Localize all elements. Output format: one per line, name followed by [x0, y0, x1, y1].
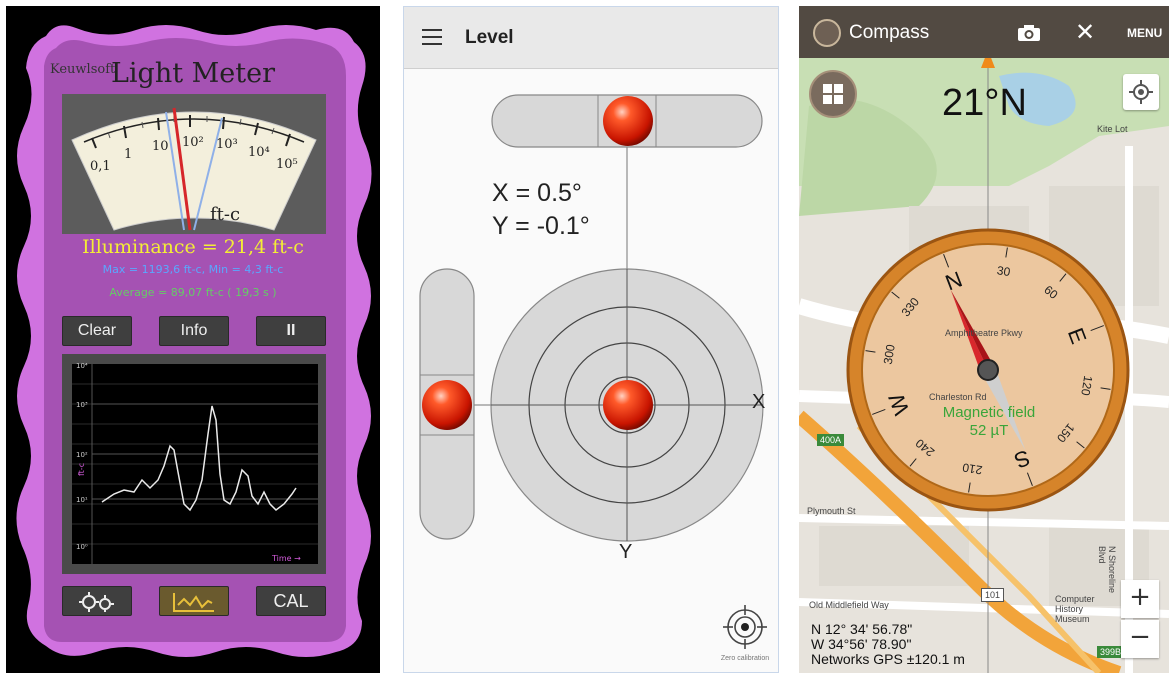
- average-readout: Average = 89,07 ft-c ( 19,3 s ): [109, 286, 277, 299]
- gear-icon: [79, 592, 114, 612]
- level-panel: Level X = 0.5° Y = -0.1° X Y Zero calibr…: [403, 6, 779, 673]
- degree-30: 30: [996, 263, 1012, 279]
- map-label-charleston: Charleston Rd: [929, 392, 987, 402]
- map-label-plymouth: Plymouth St: [807, 506, 856, 516]
- vertical-bubble: [422, 380, 472, 430]
- gauge-label-2: 10: [152, 139, 169, 154]
- graph-tick-1e2: 10²: [76, 451, 88, 459]
- graph-tick-1e1: 10¹: [76, 496, 88, 504]
- gauge-label-6: 10⁵: [276, 157, 298, 172]
- max-min-readout: Max = 1193,6 ft-c, Min = 4,3 ft-c: [102, 263, 284, 276]
- light-meter-panel: Keuwlsoft Light Meter 0,1 1 10 10² 10³ 1…: [6, 6, 380, 673]
- zoom-out-button[interactable]: −: [1121, 620, 1159, 658]
- latitude: N 12° 34' 56.78": [811, 621, 913, 637]
- locate-icon: [1129, 80, 1153, 104]
- longitude: W 34°56' 78.90": [811, 636, 912, 652]
- layers-button[interactable]: [809, 70, 857, 118]
- clear-button[interactable]: Clear: [62, 316, 132, 346]
- settings-button[interactable]: [62, 586, 132, 616]
- route-399b-shield: 399B: [1097, 646, 1125, 658]
- graph-y-label: ft-c: [77, 463, 86, 476]
- gauge-label-4: 10³: [216, 137, 238, 152]
- zero-calibration-button[interactable]: Zero calibration: [714, 605, 776, 662]
- heading-readout: 21°N: [942, 82, 1027, 124]
- y-axis-label: Y: [619, 541, 633, 563]
- gauge-label-1: 1: [124, 147, 132, 162]
- zero-calibration-label: Zero calibration: [720, 655, 770, 662]
- camera-icon[interactable]: [1017, 24, 1041, 42]
- app-title: Light Meter: [110, 58, 276, 89]
- analog-gauge: 0,1 1 10 10² 10³ 10⁴ 10⁵ ft-c: [62, 94, 326, 234]
- pause-button[interactable]: II: [256, 316, 326, 346]
- graph-tick-1e0: 10⁰: [76, 543, 88, 551]
- info-button[interactable]: Info: [159, 316, 229, 346]
- history-graph: 10⁴ 10³ 10² 10¹ 10⁰ ft-c Time →: [62, 354, 326, 574]
- menu-button[interactable]: MENU: [1127, 26, 1162, 40]
- zoom-in-button[interactable]: +: [1121, 580, 1159, 618]
- map-label-museum: Computer History Museum: [1055, 594, 1095, 624]
- center-bubble: [603, 380, 653, 430]
- top-bar: Compass ✕ MENU: [799, 6, 1169, 58]
- graph-button[interactable]: [159, 586, 229, 616]
- illuminance-readout: Illuminance = 21,4 ft-c: [82, 236, 304, 258]
- magnetic-field-value: 52 µT: [969, 422, 1009, 439]
- graph-x-label: Time →: [271, 554, 301, 563]
- graph-icon: [173, 593, 214, 612]
- gps-accuracy: Networks GPS ±120.1 m: [811, 651, 965, 667]
- x-axis-label: X: [752, 391, 766, 413]
- gauge-label-3: 10²: [182, 135, 204, 150]
- close-icon[interactable]: ✕: [1075, 18, 1095, 46]
- map-label-old-middlefield: Old Middlefield Way: [809, 600, 889, 610]
- graph-tick-1e3: 10³: [76, 401, 88, 409]
- graph-tick-1e4: 10⁴: [76, 362, 88, 370]
- compass-app-icon: [813, 19, 841, 47]
- crosshair-icon: [723, 605, 767, 649]
- map-label-shoreline: N Shoreline Blvd: [1097, 546, 1117, 594]
- grid-icon: [823, 84, 843, 104]
- horizontal-bubble: [603, 96, 653, 146]
- gauge-label-5: 10⁴: [248, 145, 270, 160]
- route-400a-shield: 400A: [817, 434, 845, 446]
- map-label-kite-lot: Kite Lot: [1097, 124, 1128, 134]
- gauge-unit: ft-c: [210, 204, 240, 225]
- coordinates-readout: N 12° 34' 56.78" W 34°56' 78.90" Network…: [811, 622, 965, 667]
- x-reading: X = 0.5°: [492, 179, 582, 207]
- compass-panel: N E S W 30 60 120 150 210 240 300 330 Co…: [799, 6, 1169, 673]
- magnetic-field-label: Magnetic field: [942, 404, 1036, 421]
- map-label-amphitheatre: Amphitheatre Pkwy: [945, 328, 1023, 338]
- gauge-label-0: 0,1: [90, 159, 111, 174]
- level-graphics: [419, 94, 764, 542]
- my-location-button[interactable]: [1123, 74, 1159, 110]
- magnetic-field-readout: Magnetic field 52 µT: [919, 404, 1059, 440]
- calibrate-button[interactable]: CAL: [256, 586, 326, 616]
- app-title: Compass: [849, 22, 930, 43]
- route-101-shield: 101: [981, 588, 1005, 602]
- y-reading: Y = -0.1°: [492, 212, 590, 240]
